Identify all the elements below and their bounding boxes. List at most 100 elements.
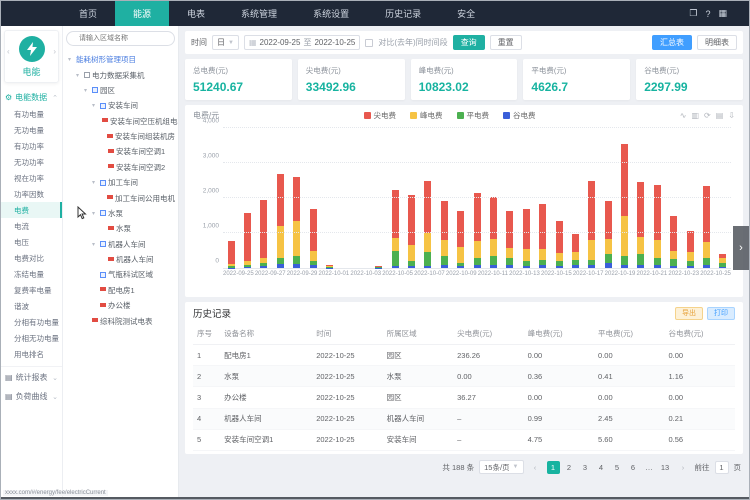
stacked-bar[interactable] [572, 234, 579, 268]
stacked-bar[interactable] [719, 254, 726, 268]
stacked-bar[interactable] [523, 209, 530, 268]
legend-item[interactable]: 峰电费 [410, 110, 443, 121]
tree-caret-icon[interactable]: ▾ [92, 241, 98, 248]
sidebar-item[interactable]: 无功电量 [1, 122, 62, 138]
tree-node[interactable]: ▾能耗树形管理项目 [66, 52, 175, 67]
nav-tab[interactable]: 系统管理 [223, 1, 295, 26]
tree-node[interactable]: ▾加工车间 [66, 175, 175, 190]
sidebar-item[interactable]: 电费对比 [1, 250, 62, 266]
nav-tab[interactable]: 安全 [439, 1, 493, 26]
goto-page-input[interactable]: 1 [715, 461, 729, 474]
stacked-bar[interactable] [506, 211, 513, 268]
line-toggle-icon[interactable]: ∿ [680, 111, 687, 120]
stacked-bar[interactable] [293, 177, 300, 268]
nav-tab[interactable]: 能源 [115, 1, 169, 26]
legend-item[interactable]: 谷电费 [503, 110, 536, 121]
tree-caret-icon[interactable]: ▾ [92, 210, 98, 217]
page-size-select[interactable]: 15条/页 ▼ [479, 460, 523, 474]
sidebar-group[interactable]: ▤负荷曲线⌄ [1, 386, 62, 405]
search-button[interactable]: 查询 [453, 35, 485, 50]
sidebar-group[interactable]: ▤统计报表⌄ [1, 367, 62, 386]
stacked-bar[interactable] [326, 265, 333, 268]
sidebar-item[interactable]: 复费率电量 [1, 282, 62, 298]
tree-node[interactable]: 安装车间空调2 [66, 160, 175, 175]
stacked-bar[interactable] [228, 241, 235, 268]
nav-tab[interactable]: 电表 [169, 1, 223, 26]
sidebar-item[interactable]: 电费 [1, 202, 62, 218]
stacked-bar[interactable] [687, 231, 694, 268]
stacked-bar[interactable] [703, 186, 710, 268]
tree-node[interactable]: 办公楼 [66, 298, 175, 313]
energy-module-icon[interactable] [19, 36, 45, 62]
page-number[interactable]: 1 [547, 461, 560, 474]
tree-node[interactable]: 安装车间空调1 [66, 144, 175, 159]
stacked-bar[interactable] [424, 181, 431, 268]
legend-item[interactable]: 平电费 [457, 110, 490, 121]
stacked-bar[interactable] [457, 211, 464, 268]
legend-item[interactable]: 尖电费 [364, 110, 397, 121]
print-button[interactable]: 打印 [707, 307, 735, 320]
tree-node[interactable]: ▾园区 [66, 83, 175, 98]
page-number[interactable]: 5 [611, 461, 624, 474]
prev-page-button[interactable]: ‹ [529, 461, 542, 474]
module-prev-chevron-icon[interactable]: ‹ [7, 47, 10, 56]
restore-icon[interactable]: ⟳ [704, 111, 711, 120]
sidebar-item[interactable]: 无功功率 [1, 154, 62, 170]
date-range-input[interactable]: ▦ 2022-09-25 至 2022-10-25 [244, 35, 360, 50]
table-row[interactable]: 4机器人车间2022-10-25机器人车间–0.992.450.21 [193, 408, 735, 429]
page-number[interactable]: 13 [659, 461, 672, 474]
tree-search-input[interactable] [66, 31, 175, 46]
compare-checkbox[interactable] [365, 39, 373, 47]
tree-caret-icon[interactable]: ▾ [68, 56, 74, 63]
stacked-bar[interactable] [392, 190, 399, 268]
stacked-bar[interactable] [441, 201, 448, 268]
tree-node[interactable]: ▾电力数据采集机 [66, 67, 175, 82]
save-image-icon[interactable]: ⇩ [728, 111, 735, 120]
sidebar-item[interactable]: 冻结电量 [1, 266, 62, 282]
detail-table-button[interactable]: 明细表 [697, 35, 737, 50]
table-row[interactable]: 6安装车间空调22022-10-25安装车间–14.2434.6764.08 [193, 450, 735, 451]
sidebar-item[interactable]: 电压 [1, 234, 62, 250]
module-next-chevron-icon[interactable]: › [53, 47, 56, 56]
stacked-bar[interactable] [588, 181, 595, 268]
page-number[interactable]: 6 [627, 461, 640, 474]
tree-node[interactable]: 机器人车间 [66, 252, 175, 267]
tree-node[interactable]: 水泵 [66, 221, 175, 236]
tree-caret-icon[interactable]: ▾ [84, 87, 90, 94]
export-button[interactable]: 导出 [675, 307, 703, 320]
tree-node[interactable]: ▾安装车间 [66, 98, 175, 113]
reset-button[interactable]: 重置 [490, 35, 522, 50]
window-icon[interactable]: ❐ [689, 8, 697, 19]
panel-next-button[interactable]: › [733, 226, 749, 270]
table-row[interactable]: 2水泵2022-10-25水泵0.000.360.411.16 [193, 366, 735, 387]
tree-node[interactable]: ▾水泵 [66, 206, 175, 221]
table-row[interactable]: 1配电房12022-10-25园区236.260.000.000.00 [193, 345, 735, 366]
sidebar-item[interactable]: 视在功率 [1, 170, 62, 186]
sidebar-item[interactable]: 电流 [1, 218, 62, 234]
page-number[interactable]: 3 [579, 461, 592, 474]
summary-table-button[interactable]: 汇总表 [652, 35, 692, 50]
stacked-bar[interactable] [310, 209, 317, 268]
tree-caret-icon[interactable]: ▾ [92, 179, 98, 186]
next-page-button[interactable]: › [677, 461, 690, 474]
tree-node[interactable]: ▾机器人车间 [66, 237, 175, 252]
sidebar-item[interactable]: 分相无功电量 [1, 330, 62, 346]
stacked-bar[interactable] [474, 193, 481, 268]
page-number[interactable]: 2 [563, 461, 576, 474]
stacked-bar[interactable] [605, 201, 612, 268]
sidebar-item[interactable]: 分相有功电量 [1, 314, 62, 330]
tree-node[interactable]: 安装车间空压机组电表 [66, 114, 175, 129]
tree-node[interactable]: 配电房1 [66, 283, 175, 298]
nav-tab[interactable]: 首页 [61, 1, 115, 26]
stacked-bar[interactable] [375, 266, 382, 268]
page-number[interactable]: 4 [595, 461, 608, 474]
sidebar-item[interactable]: 功率因数 [1, 186, 62, 202]
table-row[interactable]: 3办公楼2022-10-25园区36.270.000.000.00 [193, 387, 735, 408]
tree-caret-icon[interactable]: ▾ [76, 72, 82, 79]
stacked-bar[interactable] [539, 204, 546, 268]
tree-node[interactable]: 加工车间公用电机 [66, 190, 175, 205]
help-icon[interactable]: ? [705, 9, 710, 19]
stacked-bar[interactable] [556, 221, 563, 268]
nav-tab[interactable]: 系统设置 [295, 1, 367, 26]
table-row[interactable]: 5安装车间空调12022-10-25安装车间–4.755.600.56 [193, 429, 735, 450]
